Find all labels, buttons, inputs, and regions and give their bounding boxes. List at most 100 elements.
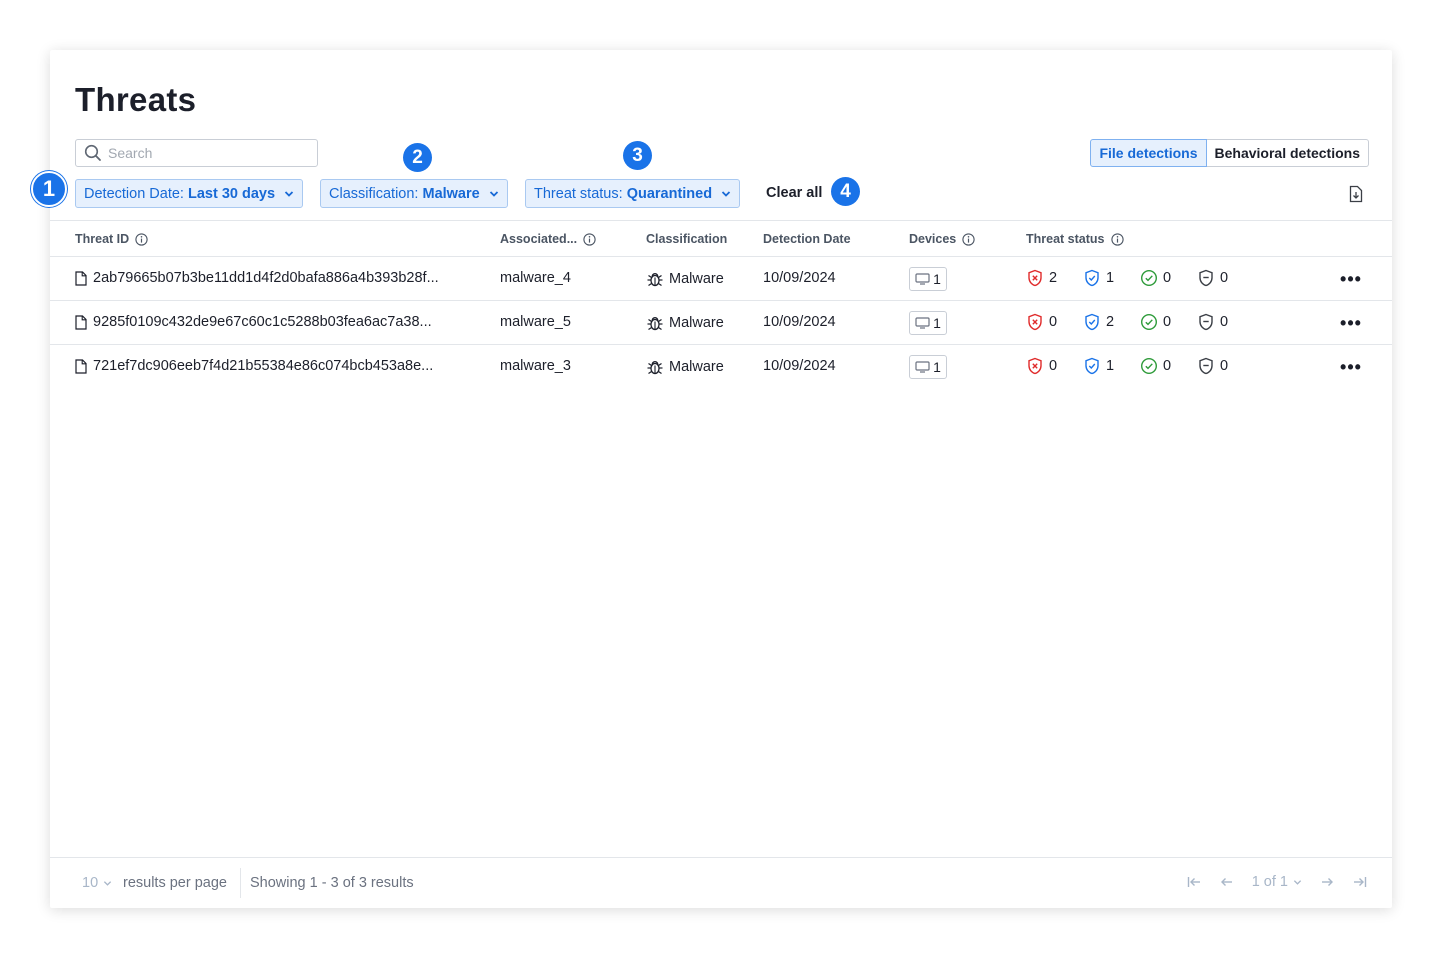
status-count: 2 (1049, 270, 1058, 286)
info-icon[interactable] (962, 232, 975, 246)
status-count: 0 (1220, 314, 1229, 330)
chevron-down-icon (104, 880, 112, 886)
chevron-down-icon (489, 190, 498, 197)
results-summary: Showing 1 - 3 of 3 results (250, 875, 414, 891)
first-page-icon[interactable] (1186, 874, 1202, 890)
status-quarantined[interactable]: 1 (1083, 269, 1114, 287)
pagination: 1 of 1 (1169, 874, 1368, 890)
detection-date-filter[interactable]: Detection Date: Last 30 days (75, 179, 304, 208)
info-icon[interactable] (1110, 232, 1124, 246)
table-row[interactable]: 9285f0109c432de9e67c60c1c5288b03fea6ac7a… (50, 301, 1392, 345)
status-count: 1 (1106, 270, 1115, 286)
search-input[interactable] (108, 145, 308, 161)
associated-name: malware_5 (500, 314, 571, 330)
threats-panel: Threats File detections Behavioral detec… (31, 50, 1392, 908)
page-title: Threats (75, 81, 197, 118)
status-active[interactable]: 2 (1026, 269, 1057, 287)
device-count: 1 (933, 271, 941, 287)
column-header-threat-id[interactable]: Threat ID (75, 232, 148, 246)
info-icon[interactable] (583, 232, 596, 246)
search-box[interactable] (75, 139, 318, 167)
threat-id[interactable]: 721ef7dc906eeb7f4d21b55384e86c074bcb453a… (93, 358, 433, 374)
status-other[interactable]: 0 (1197, 313, 1228, 331)
shield-x-icon (1028, 313, 1042, 331)
chevron-down-icon (284, 190, 294, 197)
threat-id[interactable]: 2ab79665b07b3be11dd1d4f2d0bafa886a4b393b… (93, 270, 439, 286)
status-count: 0 (1220, 270, 1229, 286)
filter-value: Quarantined (626, 185, 713, 202)
header-label: Devices (909, 232, 957, 246)
table-row[interactable]: 721ef7dc906eeb7f4d21b55384e86c074bcb453a… (50, 345, 1392, 389)
page-indicator: 1 of 1 (1251, 874, 1288, 890)
per-page-select[interactable]: 10 (82, 875, 112, 891)
status-count: 0 (1049, 358, 1058, 374)
column-header-associated[interactable]: Associated... (500, 232, 596, 246)
filter-label: Detection Date: (84, 185, 184, 202)
search-icon (84, 144, 101, 161)
column-header-devices[interactable]: Devices (909, 232, 975, 246)
status-active[interactable]: 0 (1026, 357, 1057, 375)
monitor-icon (915, 361, 930, 373)
status-quarantined[interactable]: 1 (1083, 357, 1114, 375)
status-other[interactable]: 0 (1197, 357, 1228, 375)
status-count: 0 (1163, 270, 1172, 286)
clear-all-button[interactable]: Clear all (766, 185, 822, 201)
status-resolved[interactable]: 0 (1140, 269, 1171, 287)
status-resolved[interactable]: 0 (1140, 313, 1171, 331)
threat-status-filter[interactable]: Threat status: Quarantined (525, 179, 741, 208)
info-icon[interactable] (135, 232, 148, 246)
prev-page-icon[interactable] (1219, 874, 1235, 890)
status-active[interactable]: 0 (1026, 313, 1057, 331)
devices-button[interactable]: 1 (909, 355, 947, 379)
classification-filter[interactable]: Classification: Malware (320, 179, 508, 208)
filter-label: Threat status: (534, 185, 623, 202)
check-circle-icon (1140, 269, 1158, 287)
next-page-icon[interactable] (1319, 874, 1335, 890)
file-icon (75, 358, 87, 374)
shield-minus-icon (1199, 313, 1213, 331)
column-header-detection-date[interactable]: Detection Date (763, 232, 851, 246)
classification-label: Malware (669, 359, 724, 375)
device-count: 1 (933, 359, 941, 375)
associated-name: malware_3 (500, 358, 571, 374)
export-icon[interactable] (1348, 185, 1364, 203)
last-page-icon[interactable] (1352, 874, 1368, 890)
behavioral-detections-button[interactable]: Behavioral detections (1206, 139, 1369, 167)
devices-button[interactable]: 1 (909, 311, 947, 335)
shield-minus-icon (1199, 269, 1213, 287)
file-icon (75, 270, 87, 286)
file-detections-button[interactable]: File detections (1090, 139, 1207, 167)
shield-x-icon (1028, 357, 1042, 375)
more-icon[interactable]: ••• (1338, 267, 1364, 291)
check-circle-icon (1140, 313, 1158, 331)
detection-date: 10/09/2024 (763, 270, 836, 286)
page-select[interactable]: 1 of 1 (1252, 874, 1302, 890)
more-icon[interactable]: ••• (1338, 355, 1364, 379)
filter-label: Classification: (329, 185, 419, 202)
status-count: 0 (1163, 358, 1172, 374)
devices-button[interactable]: 1 (909, 267, 947, 291)
bug-icon (647, 317, 663, 331)
header-label: Threat status (1026, 232, 1105, 246)
chevron-down-icon (721, 190, 731, 197)
status-quarantined[interactable]: 2 (1083, 313, 1114, 331)
threat-id[interactable]: 9285f0109c432de9e67c60c1c5288b03fea6ac7a… (93, 314, 432, 330)
filter-value: Malware (422, 185, 480, 202)
monitor-icon (915, 273, 930, 285)
column-header-threat-status[interactable]: Threat status (1026, 232, 1124, 246)
shield-check-icon (1085, 313, 1099, 331)
view-toggle: File detections Behavioral detections (1090, 139, 1369, 167)
divider (240, 868, 241, 898)
status-count: 0 (1220, 358, 1229, 374)
classification-label: Malware (669, 315, 724, 331)
associated-name: malware_4 (500, 270, 571, 286)
more-icon[interactable]: ••• (1338, 311, 1364, 335)
annotation-badge-4: 4 (831, 177, 860, 206)
status-count: 2 (1106, 314, 1115, 330)
status-other[interactable]: 0 (1197, 269, 1228, 287)
column-header-classification[interactable]: Classification (646, 232, 727, 246)
bug-icon (647, 273, 663, 287)
table-row[interactable]: 2ab79665b07b3be11dd1d4f2d0bafa886a4b393b… (50, 257, 1392, 301)
status-resolved[interactable]: 0 (1140, 357, 1171, 375)
status-count: 0 (1163, 314, 1172, 330)
